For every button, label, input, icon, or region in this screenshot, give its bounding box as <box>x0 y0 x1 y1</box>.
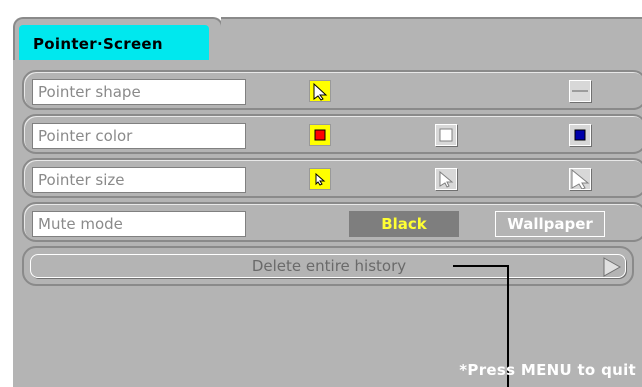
tab-bar-fill <box>221 17 642 62</box>
red-swatch-icon <box>314 129 326 141</box>
pointer-size-small-option[interactable] <box>309 168 331 190</box>
mute-black-button[interactable]: Black <box>349 211 459 237</box>
mute-wallpaper-button[interactable]: Wallpaper <box>495 211 605 237</box>
tab-bar: Pointer·Screen <box>0 0 642 63</box>
mute-mode-label: Mute mode <box>32 211 246 237</box>
quit-hint: *Press MENU to quit <box>459 361 636 379</box>
pointer-size-label: Pointer size <box>32 167 246 193</box>
bar-pointer-icon <box>572 90 588 92</box>
tab-pointer-screen[interactable]: Pointer·Screen <box>13 17 223 63</box>
pointer-size-medium-option[interactable] <box>435 168 457 190</box>
delete-history-button[interactable]: Delete entire history <box>30 254 626 278</box>
row-mute-mode: Mute mode Black Wallpaper <box>22 202 642 242</box>
pointer-color-white-option[interactable] <box>435 124 457 146</box>
delete-history-label: Delete entire history <box>251 257 407 275</box>
pointer-shape-arrow-option[interactable] <box>309 80 331 102</box>
row-pointer-color: Pointer color <box>22 114 642 154</box>
pointer-shape-bar-option[interactable] <box>569 80 591 102</box>
small-pointer-icon <box>315 172 326 186</box>
pointer-color-red-option[interactable] <box>309 124 331 146</box>
pointer-size-large-option[interactable] <box>569 168 591 190</box>
pointer-screen-menu: Pointer·Screen Pointer shape Pointer col… <box>0 0 642 387</box>
pointer-shape-label: Pointer shape <box>32 79 246 105</box>
callout-line <box>453 265 509 267</box>
pointer-color-blue-option[interactable] <box>569 124 591 146</box>
arrow-pointer-icon <box>313 82 328 101</box>
row-pointer-shape: Pointer shape <box>22 70 642 110</box>
white-swatch-icon <box>439 128 453 142</box>
menu-panel: Pointer shape Pointer color Pointer size… <box>0 60 642 387</box>
row-delete-history: Delete entire history <box>22 246 634 286</box>
row-pointer-size: Pointer size <box>22 158 642 198</box>
medium-pointer-icon <box>439 170 454 188</box>
pointer-color-label: Pointer color <box>32 123 246 149</box>
blue-swatch-icon <box>574 129 586 141</box>
large-pointer-icon <box>571 169 590 189</box>
tab-label: Pointer·Screen <box>19 25 209 63</box>
play-arrow-icon <box>603 257 621 277</box>
